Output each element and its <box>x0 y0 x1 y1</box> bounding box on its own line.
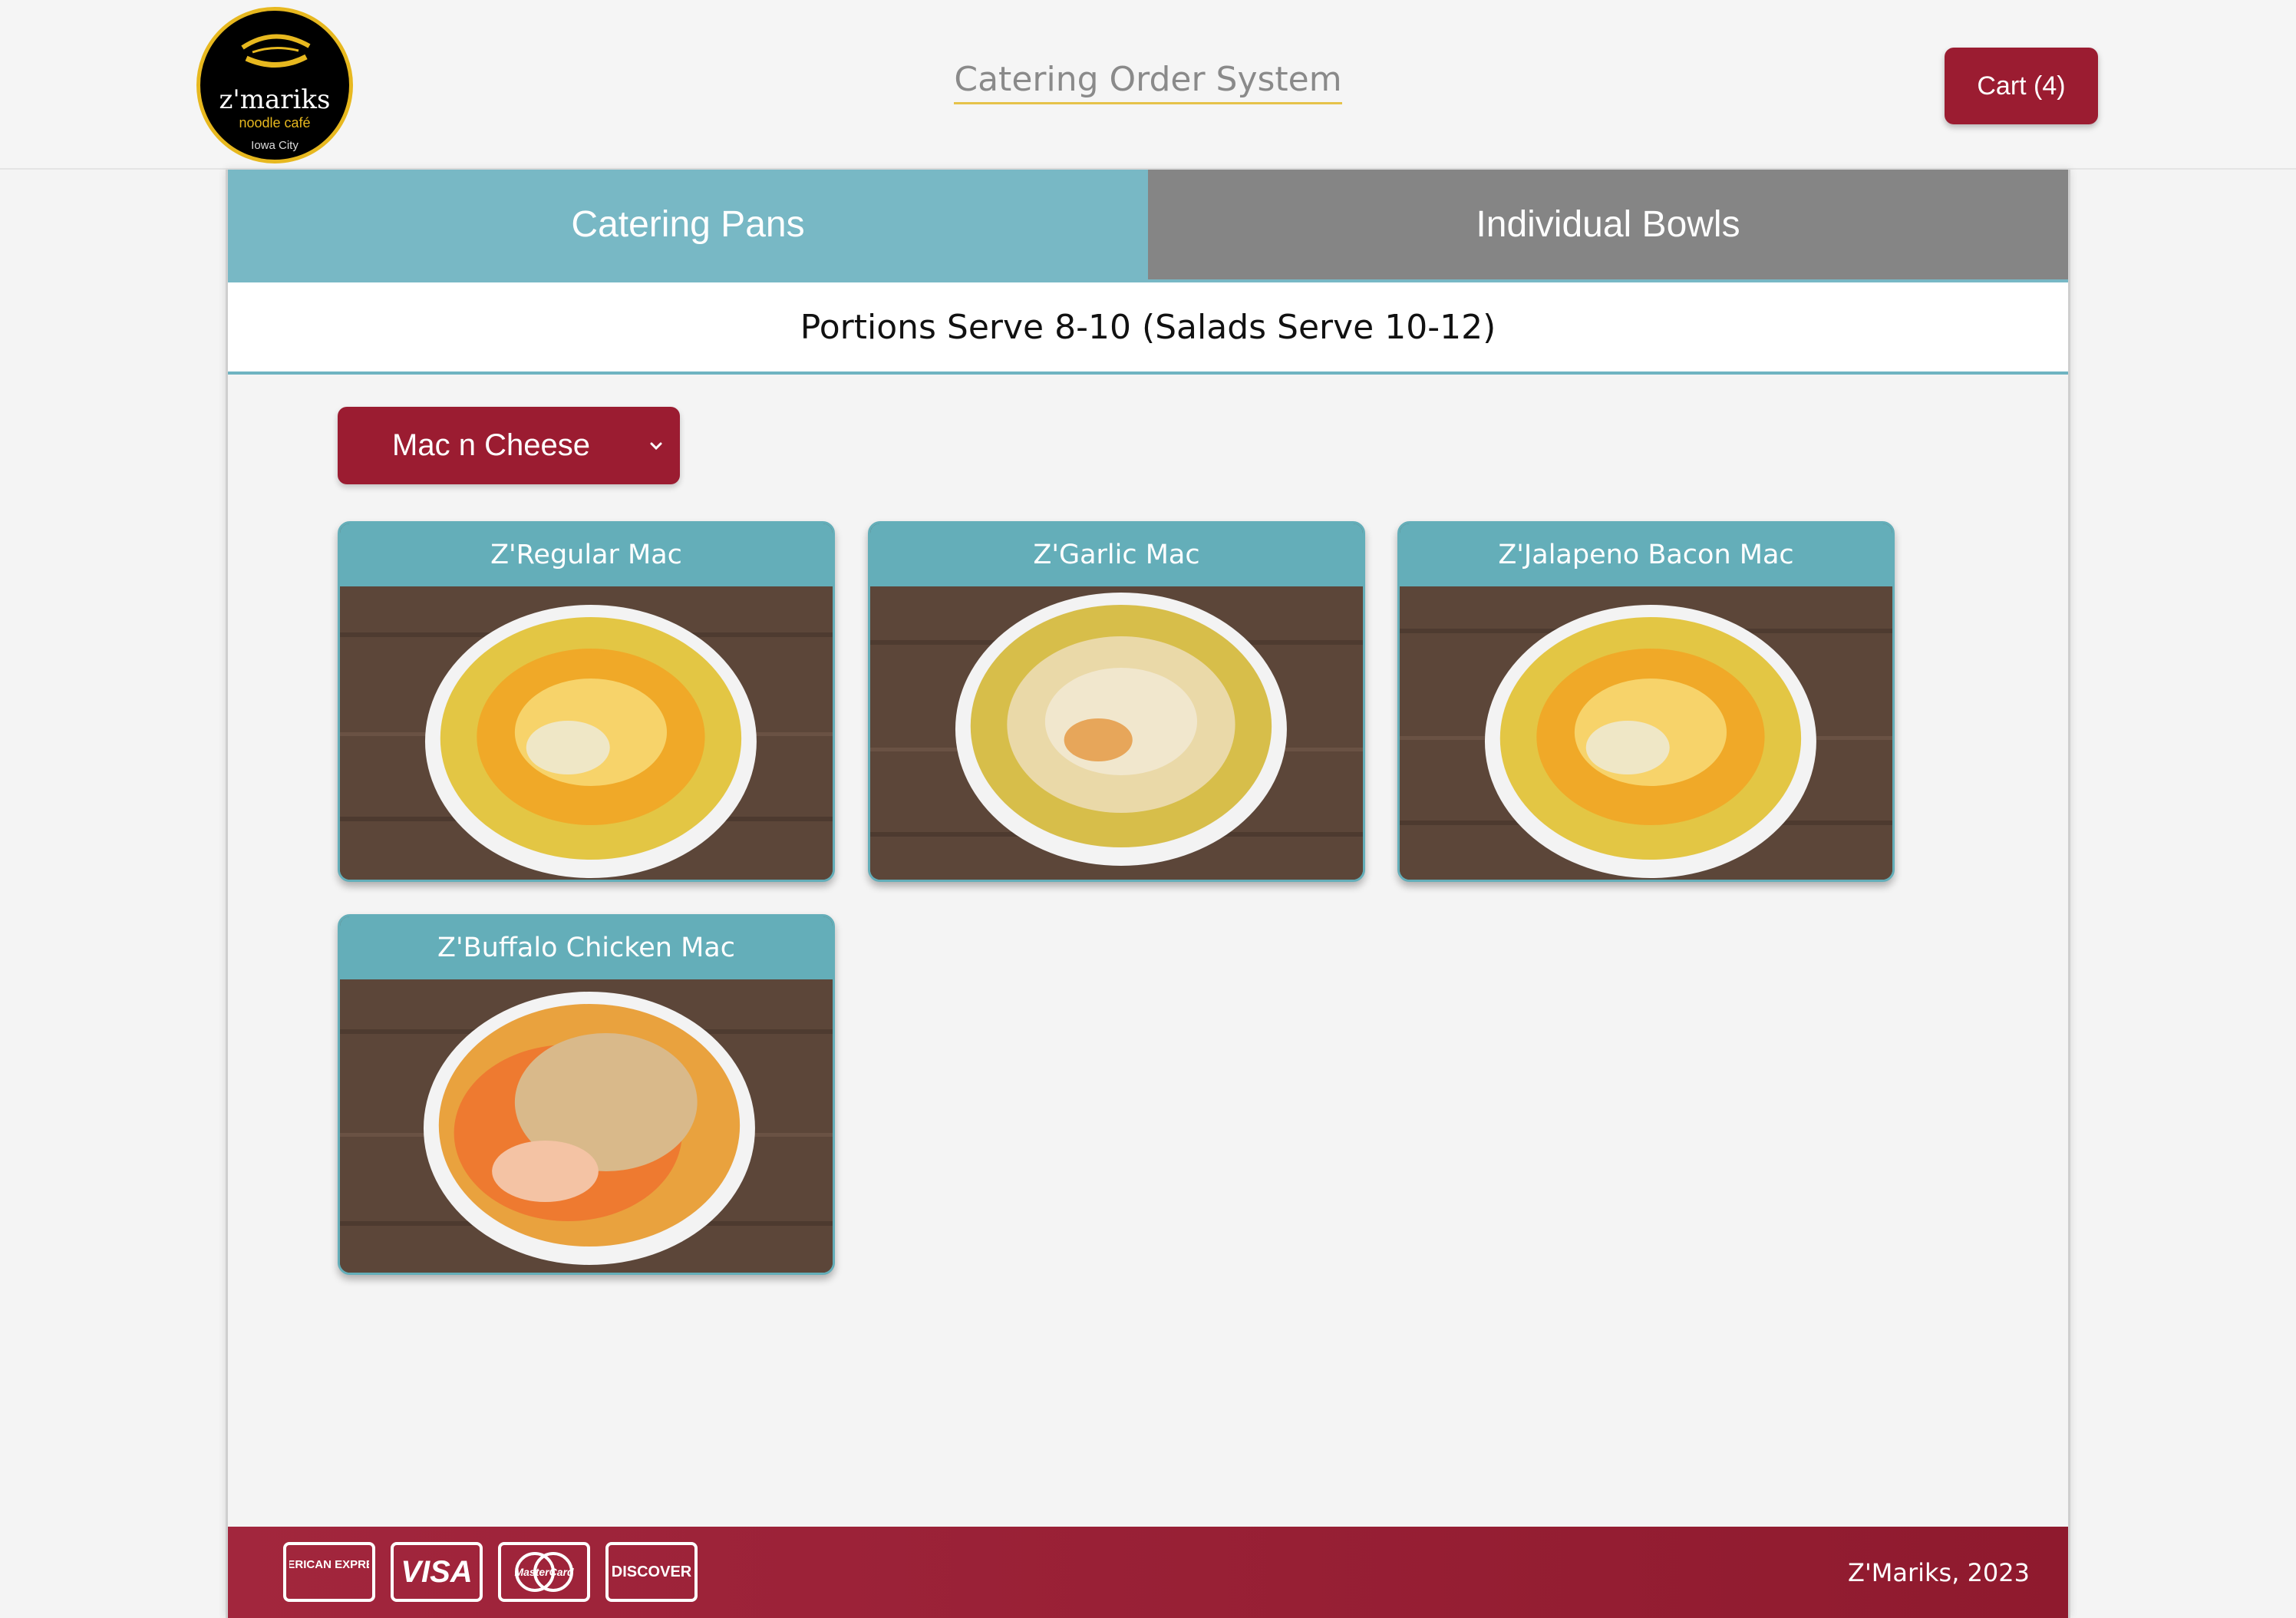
main-panel: Catering Pans Individual Bowls Portions … <box>226 170 2070 1618</box>
category-select-value: Mac n Cheese <box>392 428 590 462</box>
product-card[interactable]: Z'Jalapeno Bacon Mac <box>1397 521 1895 882</box>
tab-catering-pans[interactable]: Catering Pans <box>228 170 1148 279</box>
product-photo <box>340 979 833 1273</box>
discover-icon: DISCOVER <box>605 1542 698 1602</box>
category-select[interactable]: Mac n Cheese <box>338 407 680 484</box>
product-card[interactable]: Z'Buffalo Chicken Mac <box>338 914 835 1275</box>
cart-button[interactable]: Cart (4) <box>1945 48 2098 124</box>
product-photo <box>1400 586 1892 880</box>
product-title: Z'Regular Mac <box>340 523 833 586</box>
copyright-text: Z'Mariks, 2023 <box>1848 1557 2030 1587</box>
product-title: Z'Jalapeno Bacon Mac <box>1400 523 1892 586</box>
product-photo <box>870 586 1363 880</box>
page-title: Catering Order System <box>767 60 1529 104</box>
product-card[interactable]: Z'Regular Mac <box>338 521 835 882</box>
site-footer: AMERICAN EXPRESS VISA MasterCard DISCOVE… <box>228 1527 2068 1618</box>
site-header: z'mariks noodle café Iowa City Catering … <box>0 0 2296 170</box>
product-photo <box>340 586 833 880</box>
logo-subtitle: noodle café <box>239 115 311 130</box>
visa-icon: VISA <box>391 1542 483 1602</box>
portion-info: Portions Serve 8-10 (Salads Serve 10-12) <box>228 279 2068 375</box>
logo-city: Iowa City <box>251 139 299 152</box>
amex-icon: AMERICAN EXPRESS <box>283 1542 375 1602</box>
svg-text:AMERICAN EXPRESS: AMERICAN EXPRESS <box>289 1558 369 1571</box>
product-title: Z'Garlic Mac <box>870 523 1363 586</box>
tab-individual-bowls[interactable]: Individual Bowls <box>1148 170 2068 279</box>
mastercard-icon: MasterCard <box>498 1542 590 1602</box>
chevron-down-icon <box>650 442 662 451</box>
product-title: Z'Buffalo Chicken Mac <box>340 916 833 979</box>
product-card[interactable]: Z'Garlic Mac <box>868 521 1365 882</box>
logo-name: z'mariks <box>219 84 331 115</box>
zmariks-logo[interactable]: z'mariks noodle café Iowa City <box>196 7 353 163</box>
tab-bar: Catering Pans Individual Bowls <box>228 170 2068 279</box>
svg-text:MasterCard: MasterCard <box>514 1566 573 1578</box>
